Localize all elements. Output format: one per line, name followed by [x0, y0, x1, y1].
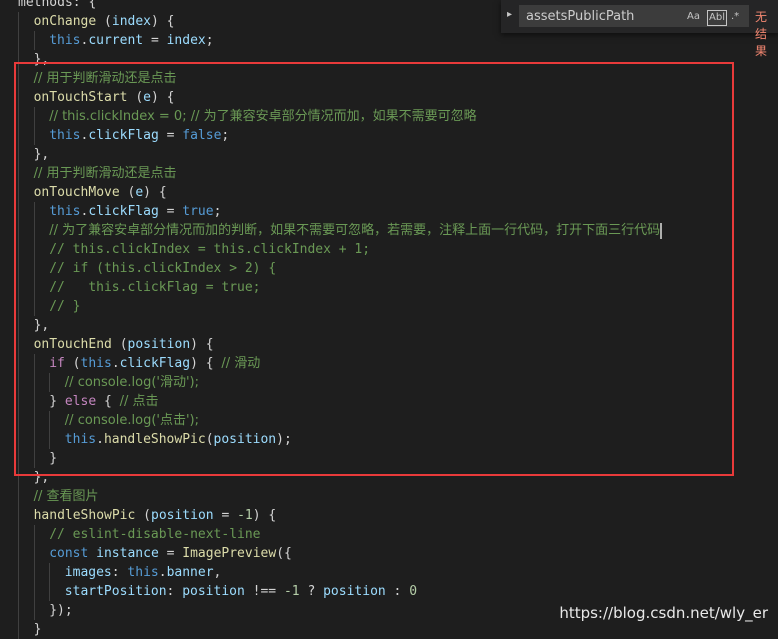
code-token: // eslint-disable-next-line: [49, 527, 261, 542]
code-token: -1: [237, 508, 253, 523]
code-token: ,: [213, 565, 222, 580]
code-token: startPosition: [64, 584, 167, 599]
code-token: });: [49, 603, 73, 618]
code-token: current: [88, 33, 144, 48]
code-token: =: [143, 33, 167, 48]
code-line: this.current = index;: [49, 31, 213, 50]
code-line: startPosition: position !== -1 ? positio…: [65, 582, 417, 601]
code-token: methods: {: [18, 0, 97, 10]
code-token: images: [64, 565, 112, 580]
code-token: index: [111, 14, 152, 29]
code-line: images: this.banner,: [65, 563, 222, 582]
code-token: }: [33, 622, 42, 637]
code-token: =: [158, 546, 183, 561]
code-token: index: [166, 33, 206, 48]
whole-word-icon[interactable]: Abl: [707, 10, 727, 26]
code-line: handleShowPic (position = -1) {: [34, 506, 277, 525]
expand-replace-toggle-icon[interactable]: ▸: [507, 9, 512, 20]
indent-guide: [33, 525, 35, 620]
match-case-icon[interactable]: Aa: [686, 10, 701, 24]
code-token: instance: [96, 546, 159, 561]
code-token: this: [127, 565, 159, 580]
code-token: (: [96, 14, 112, 29]
code-token: ) {: [252, 508, 277, 523]
watermark: https://blog.csdn.net/wly_er: [559, 604, 768, 622]
code-line: const instance = ImagePreview({: [49, 544, 292, 563]
highlight-annotation-box: [14, 62, 734, 476]
code-token: handleShowPic: [33, 508, 136, 523]
code-token: const: [49, 546, 89, 561]
indent-guide: [49, 563, 51, 601]
code-token: !==: [244, 584, 284, 599]
code-token: position: [182, 584, 245, 599]
code-token: position: [151, 508, 214, 523]
code-token: =: [213, 508, 238, 523]
code-token: onChange: [33, 14, 97, 29]
code-token: ) {: [151, 14, 175, 29]
code-line: // 查看图片: [34, 487, 99, 506]
code-token: this: [49, 33, 81, 48]
code-line: });: [49, 601, 72, 620]
code-token: (: [135, 508, 151, 523]
code-token: -1: [283, 584, 300, 599]
code-token: banner: [166, 565, 214, 580]
code-token: :: [385, 584, 410, 599]
find-input-text: assetsPublicPath: [526, 9, 635, 24]
code-token: :: [111, 565, 128, 580]
find-result-count: 无结果: [755, 10, 768, 58]
code-token: .: [158, 565, 167, 580]
code-line: // eslint-disable-next-line: [49, 525, 260, 544]
find-widget: ▸ assetsPublicPath Aa Abl .* 无结果: [501, 0, 778, 58]
code-token: 0: [409, 584, 418, 599]
code-token: ?: [299, 584, 324, 599]
code-line: onChange (index) {: [34, 12, 175, 31]
regex-icon[interactable]: .*: [730, 10, 740, 24]
code-line: methods: {: [18, 0, 96, 12]
code-line: }: [34, 620, 42, 639]
code-token: ({: [276, 546, 292, 561]
code-token: position: [323, 584, 386, 599]
indent-guide: [33, 31, 35, 50]
code-token: ImagePreview: [182, 546, 277, 561]
code-token: ;: [205, 33, 214, 48]
find-input[interactable]: assetsPublicPath Aa Abl .*: [519, 5, 749, 27]
code-token: :: [166, 584, 183, 599]
code-token: // 查看图片: [33, 489, 99, 504]
